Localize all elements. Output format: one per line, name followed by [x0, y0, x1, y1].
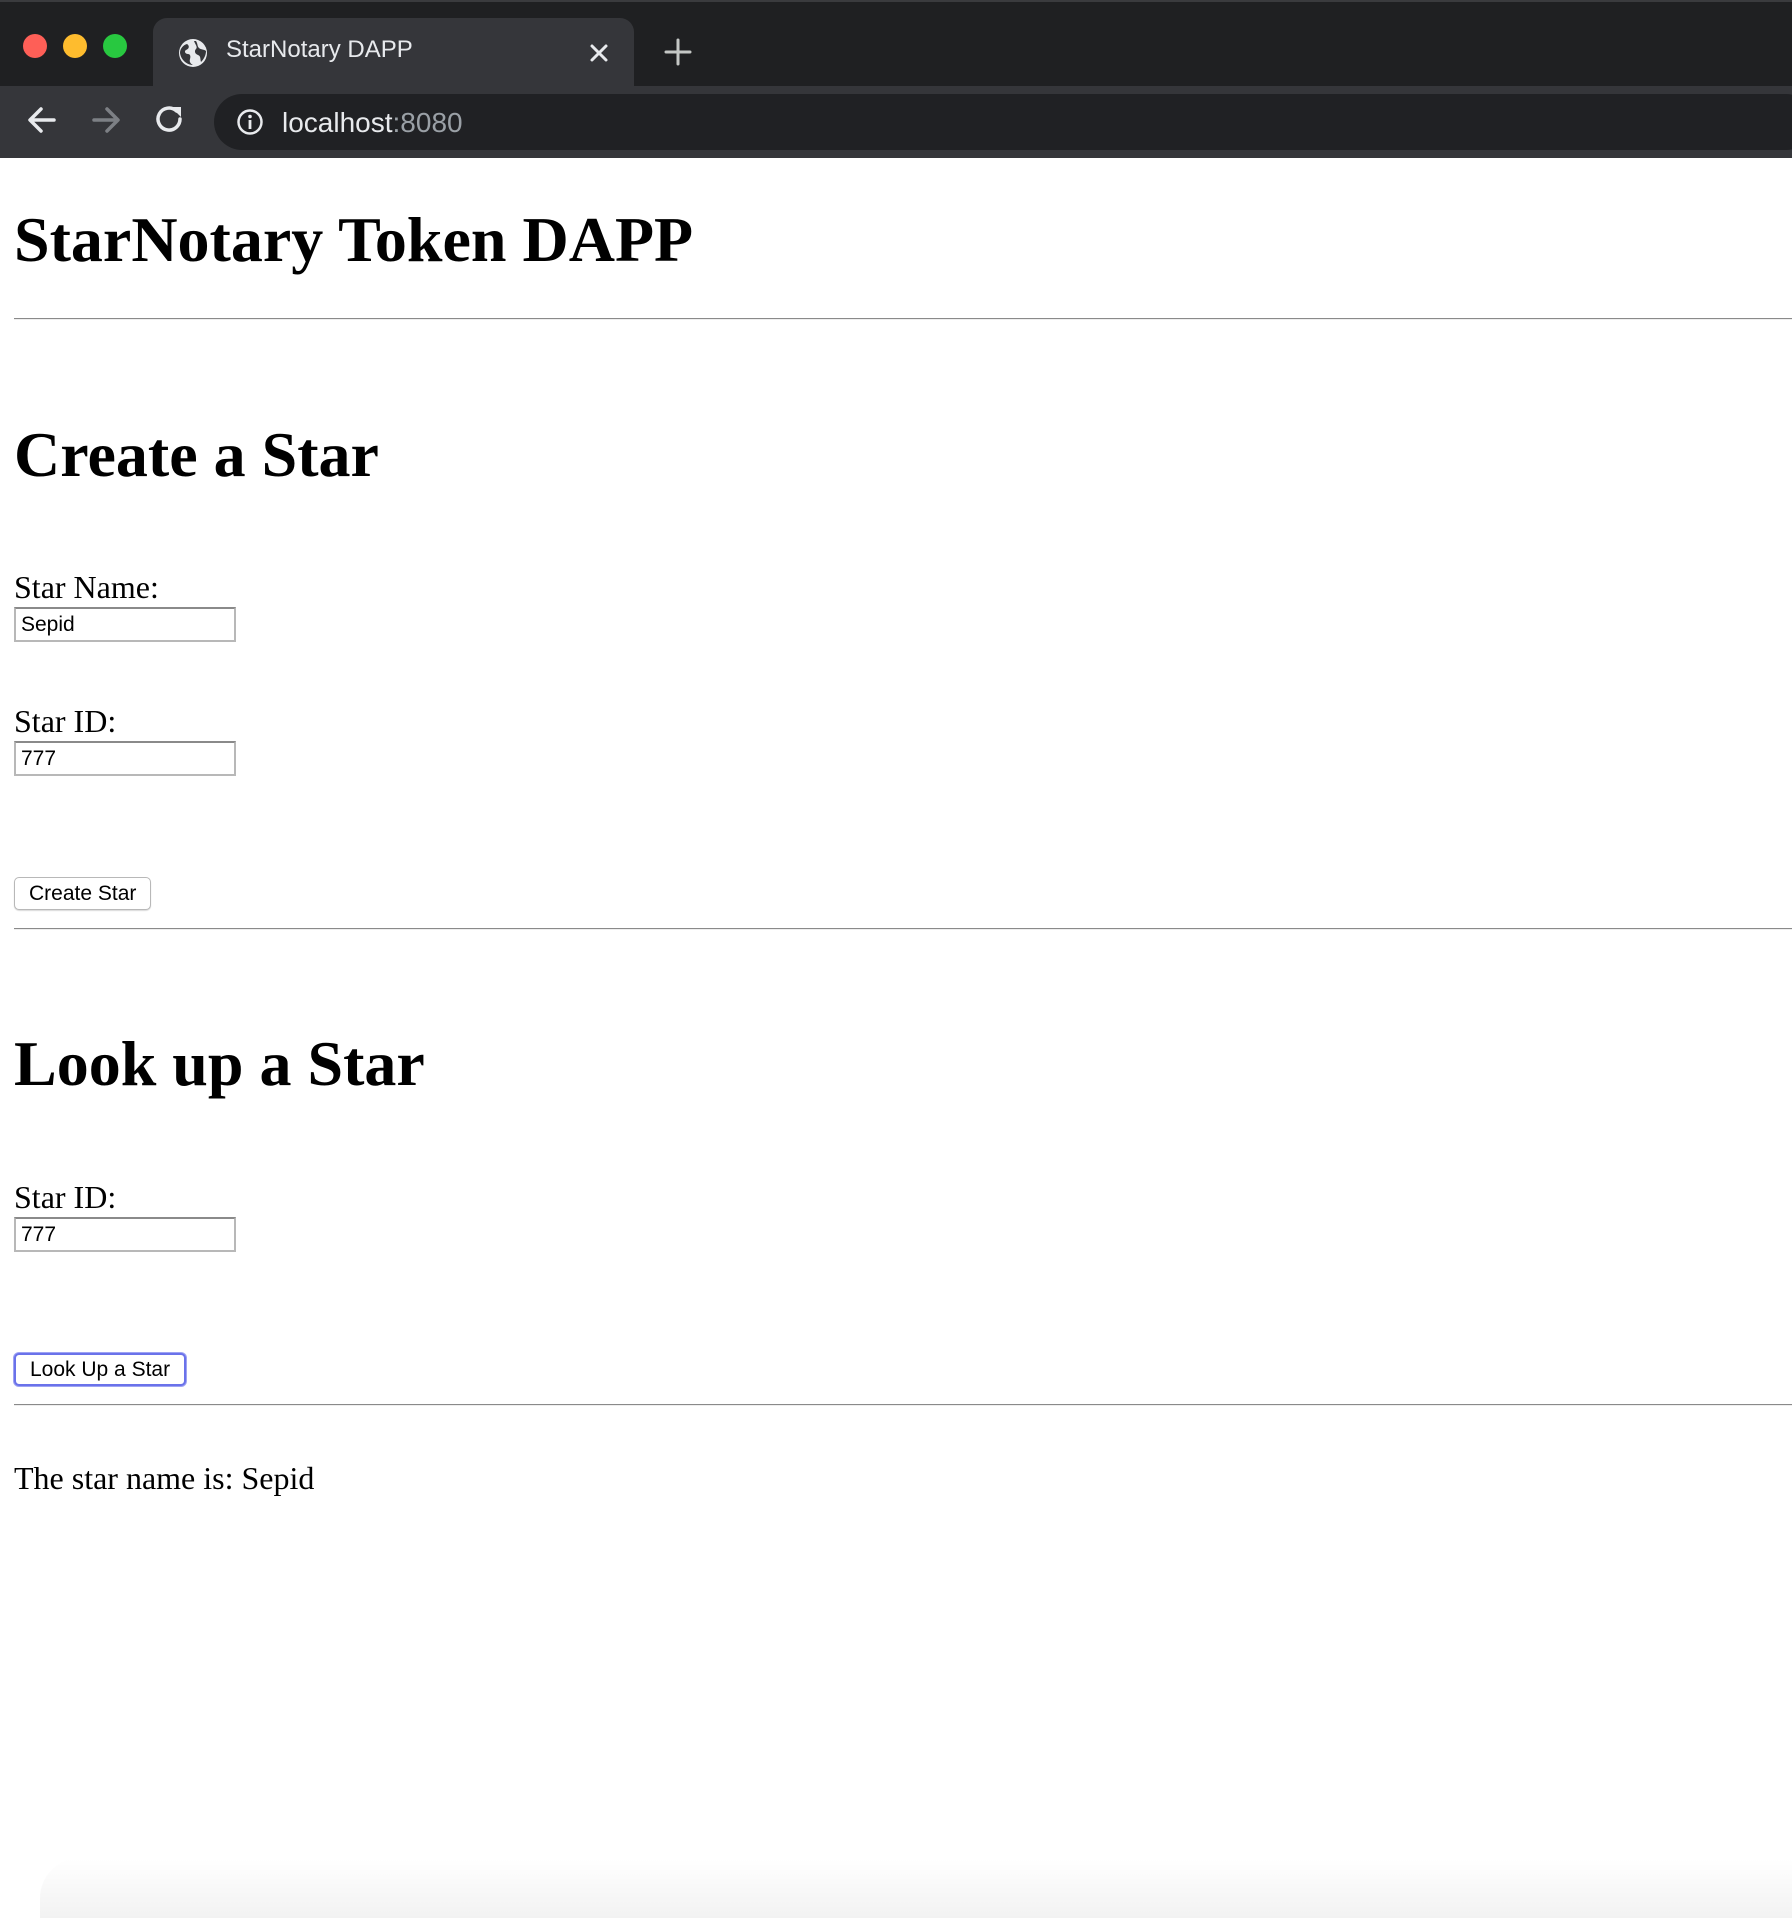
create-star-id-input[interactable]	[14, 741, 236, 776]
lookup-star-id-label: Star ID:	[14, 1179, 117, 1215]
plus-icon[interactable]	[662, 36, 694, 68]
window-maximize-button[interactable]	[103, 34, 127, 58]
window-close-button[interactable]	[23, 34, 47, 58]
page-title: StarNotary Token DAPP	[14, 204, 694, 275]
divider	[14, 1404, 1792, 1406]
divider	[14, 928, 1792, 930]
globe-icon	[179, 39, 207, 67]
url-text[interactable]: localhost:8080	[282, 107, 463, 139]
browser-toolbar: localhost:8080	[0, 86, 1792, 158]
star-name-label: Star Name:	[14, 569, 159, 605]
title-bar: StarNotary DAPP	[0, 0, 1792, 88]
close-icon[interactable]	[586, 40, 612, 66]
lookup-star-button[interactable]: Look Up a Star	[14, 1353, 187, 1386]
window-shadow	[40, 1858, 1792, 1918]
star-name-input[interactable]	[14, 607, 236, 642]
window-minimize-button[interactable]	[63, 34, 87, 58]
url-port: :8080	[392, 107, 463, 138]
divider	[14, 318, 1792, 320]
reload-icon[interactable]	[152, 102, 188, 138]
page-content: StarNotary Token DAPP Create a Star Star…	[0, 158, 1792, 1918]
lookup-result-text: The star name is: Sepid	[14, 1460, 315, 1496]
info-icon[interactable]	[236, 108, 264, 136]
tab-title: StarNotary DAPP	[226, 36, 413, 63]
arrow-left-icon[interactable]	[24, 102, 60, 138]
url-host: localhost	[282, 107, 393, 138]
lookup-star-heading: Look up a Star	[14, 1028, 425, 1099]
arrow-right-icon[interactable]	[88, 102, 124, 138]
lookup-star-id-input[interactable]	[14, 1217, 236, 1252]
browser-tab[interactable]: StarNotary DAPP	[153, 18, 634, 88]
browser-window: StarNotary DAPP localhost:8080 StarNotar…	[0, 0, 1792, 1918]
create-star-id-label: Star ID:	[14, 703, 117, 739]
address-bar[interactable]: localhost:8080	[214, 94, 1792, 150]
create-star-button[interactable]: Create Star	[14, 877, 152, 910]
create-star-heading: Create a Star	[14, 419, 379, 490]
